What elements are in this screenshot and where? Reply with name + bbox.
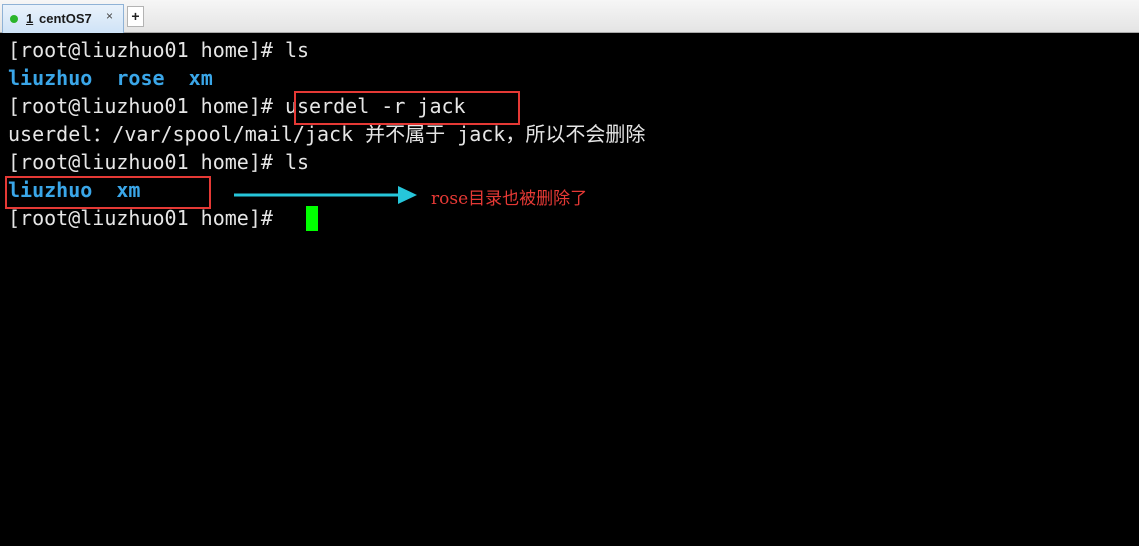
- terminal-line: [root@liuzhuo01 home]# ls: [8, 36, 309, 64]
- tab-centos7[interactable]: 1 centOS7 ×: [2, 4, 124, 33]
- command-output: userdel：/var/spool/mail/jack 并不属于 jack，所…: [8, 122, 646, 146]
- output-highlight-box: [5, 176, 211, 209]
- directory-entry: liuzhuo: [8, 66, 93, 90]
- shell-command: ls: [272, 38, 310, 62]
- directory-entry: xm: [188, 66, 213, 90]
- shell-command: ls: [272, 150, 310, 174]
- terminal-line: [root@liuzhuo01 home]# ls: [8, 148, 309, 176]
- new-tab-button[interactable]: +: [127, 6, 144, 27]
- tab-bar: 1 centOS7 × +: [0, 0, 1139, 33]
- terminal-cursor: [306, 206, 318, 231]
- shell-prompt: [root@liuzhuo01 home]#: [8, 94, 273, 118]
- shell-prompt: [root@liuzhuo01 home]#: [8, 206, 273, 230]
- tab-index: 1: [26, 11, 34, 26]
- terminal-screen[interactable]: [root@liuzhuo01 home]# ls liuzhuo rose x…: [2, 34, 1139, 546]
- annotation-note: rose目录也被删除了: [431, 189, 588, 209]
- connected-status-icon: [10, 15, 18, 23]
- tab-label: centOS7: [39, 11, 92, 26]
- directory-entry: rose: [116, 66, 165, 90]
- shell-command: [273, 206, 285, 230]
- terminal-line: liuzhuo rose xm: [8, 64, 213, 92]
- arrow-right-icon: [234, 186, 417, 204]
- shell-prompt: [root@liuzhuo01 home]#: [8, 150, 273, 174]
- shell-prompt: [root@liuzhuo01 home]#: [8, 38, 273, 62]
- command-highlight-box: [294, 91, 520, 125]
- close-icon[interactable]: ×: [106, 9, 113, 23]
